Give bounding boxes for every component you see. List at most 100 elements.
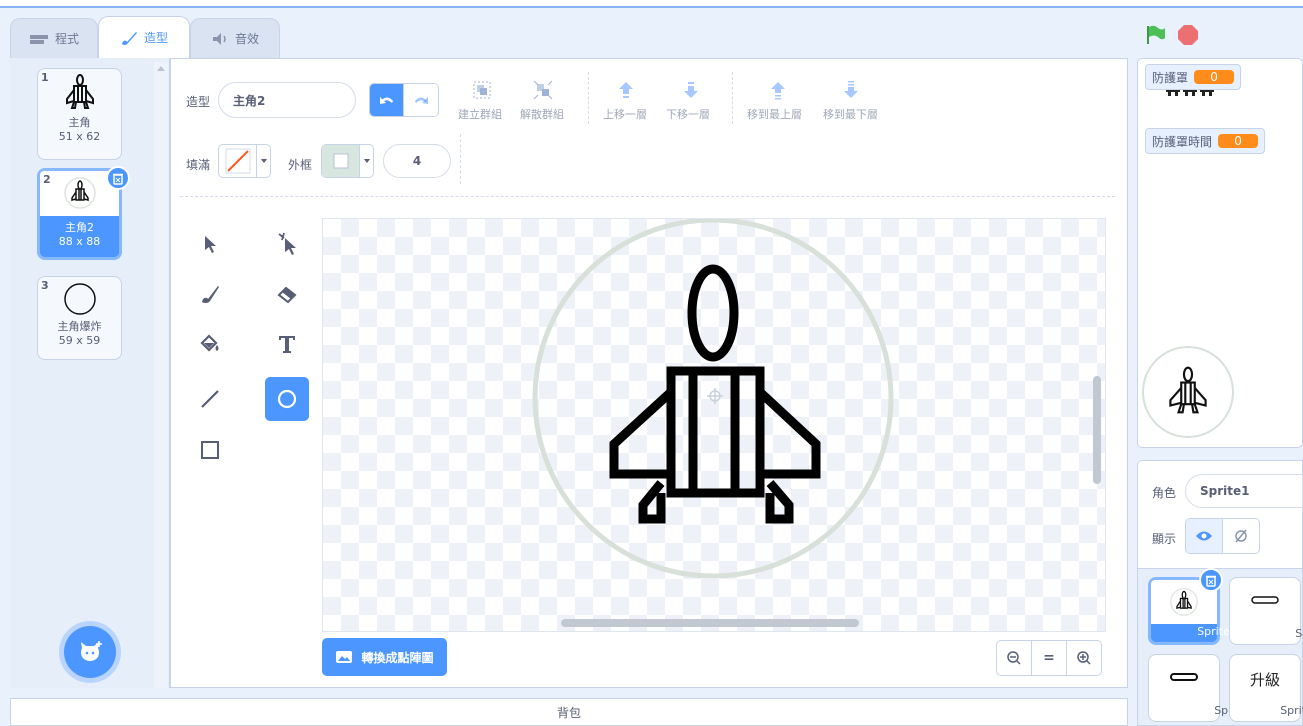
visibility-toggle [1185, 518, 1260, 554]
rocket-sprite-icon [1169, 366, 1207, 414]
front-icon [771, 82, 785, 100]
select-tool[interactable] [188, 222, 232, 266]
circle-tool[interactable] [265, 377, 309, 421]
circle-icon [277, 389, 297, 409]
back-button[interactable]: 移到最下層 [823, 106, 878, 122]
sprite-tile-2[interactable]: Sprite2 [1229, 577, 1303, 645]
divider [460, 134, 461, 184]
backpack-bar[interactable]: 背包 [10, 698, 1128, 726]
eye-slash-icon [1235, 529, 1247, 543]
costume-size: 59 x 59 [58, 334, 101, 347]
no-fill-swatch-icon [225, 148, 250, 174]
group-button[interactable]: 建立群組 [458, 106, 502, 122]
back-icon [844, 81, 858, 98]
costume-name-input[interactable]: 主角2 [218, 82, 356, 118]
monitor-value: 0 [1218, 134, 1259, 148]
redo-icon [415, 97, 428, 104]
outline-swatch-icon [333, 153, 348, 169]
shield-monitor: 防護罩 0 [1145, 64, 1242, 90]
outline-width-input[interactable]: 4 [383, 144, 451, 178]
eraser-tool[interactable] [265, 272, 309, 316]
choose-costume-button[interactable] [64, 626, 116, 678]
monitor-label: 防護罩時間 [1152, 134, 1213, 149]
sprite-tile-6[interactable]: Sprite6 [1148, 654, 1254, 722]
sprite-name-value: Sprite1 [1200, 484, 1250, 498]
zoom-controls: = [996, 640, 1102, 676]
stop-icon[interactable] [1177, 24, 1199, 46]
green-flag-icon[interactable] [1145, 24, 1167, 46]
shield-time-monitor: 防護罩時間 0 [1145, 128, 1266, 154]
drawing-canvas[interactable] [322, 218, 1106, 632]
sprite-tile-7[interactable]: 升級 Sprite7 [1229, 654, 1303, 722]
costume-number: 2 [43, 173, 51, 186]
outline-color-picker[interactable] [321, 144, 374, 178]
divider [588, 72, 589, 124]
zoom-reset-label: = [1043, 650, 1055, 666]
rocket-thumbnail-icon [63, 177, 96, 209]
delete-sprite-button[interactable] [1199, 568, 1223, 592]
rocket-thumbnail-icon [65, 74, 94, 109]
backward-button[interactable]: 下移一層 [666, 106, 710, 122]
costume-size: 88 x 88 [58, 235, 101, 248]
backward-icon [684, 82, 698, 98]
monitor-label: 防護罩 [1152, 70, 1189, 85]
fill-label: 填滿 [186, 158, 211, 172]
costume-number: 1 [41, 71, 49, 84]
canvas-horizontal-scrollbar[interactable] [561, 619, 859, 627]
tab-costumes[interactable]: 造型 [98, 16, 190, 58]
text-tool[interactable] [265, 322, 309, 366]
text-icon [279, 336, 295, 353]
trash-icon [1206, 575, 1216, 587]
zoom-reset-button[interactable]: = [1032, 641, 1067, 675]
undo-button[interactable] [370, 84, 405, 116]
speaker-icon [212, 32, 226, 45]
tab-code[interactable]: 程式 [10, 18, 98, 58]
divider [732, 72, 733, 124]
costume-number: 3 [41, 279, 49, 292]
monitor-value: 0 [1194, 70, 1235, 84]
top-edge [0, 0, 1303, 8]
zoom-out-button[interactable] [997, 641, 1032, 675]
fill-tool[interactable] [188, 322, 232, 366]
toolbar-divider [180, 196, 1115, 197]
upgrade-text-thumbnail: 升級 [1249, 671, 1280, 689]
outline-width-value: 4 [412, 154, 422, 168]
image-icon [336, 651, 353, 663]
convert-to-bitmap-label: 轉換成點陣圖 [361, 650, 434, 665]
reshape-tool[interactable] [265, 222, 309, 266]
brush-tool[interactable] [188, 272, 232, 316]
line-icon [201, 390, 219, 408]
costume-item-1[interactable]: 1 主角 51 x 62 [37, 68, 122, 160]
brush-icon [121, 31, 137, 45]
line-tool[interactable] [188, 377, 232, 421]
delete-costume-button[interactable] [106, 166, 130, 190]
rectangle-tool[interactable] [188, 428, 232, 472]
rocket-thumbnail-icon [1170, 588, 1198, 616]
canvas-vertical-scrollbar[interactable] [1093, 376, 1101, 484]
cat-add-icon [81, 641, 102, 661]
convert-to-bitmap-button[interactable]: 轉換成點陣圖 [322, 638, 447, 676]
costume-item-3[interactable]: 3 主角爆炸 59 x 59 [37, 276, 122, 360]
sprite-name-input[interactable]: Sprite1 [1185, 474, 1303, 508]
tab-code-label: 程式 [54, 32, 79, 46]
stage-sprite[interactable] [1142, 346, 1234, 438]
center-crosshair-icon [707, 388, 723, 404]
costume-name: 主角 [68, 116, 91, 129]
redo-button[interactable] [404, 84, 438, 116]
front-button[interactable]: 移到最上層 [747, 106, 802, 122]
show-button[interactable] [1186, 519, 1223, 553]
zoom-in-button[interactable] [1067, 641, 1101, 675]
fill-color-picker[interactable] [218, 144, 271, 178]
group-icon [473, 81, 491, 99]
hide-button[interactable] [1223, 519, 1259, 553]
arrow-pointer-icon [205, 236, 216, 253]
chevron-down-icon [260, 159, 267, 163]
forward-button[interactable]: 上移一層 [603, 106, 647, 122]
tab-sounds[interactable]: 音效 [190, 18, 280, 58]
costume-list-scrollbar[interactable] [154, 62, 168, 688]
ungroup-button[interactable]: 解散群組 [520, 106, 564, 122]
costume-size: 51 x 62 [58, 130, 101, 143]
sprite-name: Sprite7 [1280, 704, 1303, 717]
paint-bucket-icon [200, 334, 219, 352]
reshape-icon [278, 232, 296, 255]
